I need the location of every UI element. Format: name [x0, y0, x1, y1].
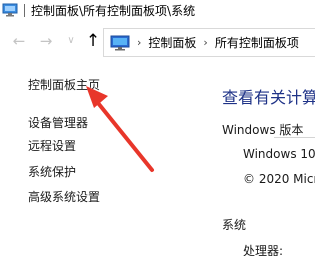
forward-arrow-icon[interactable]: →: [38, 32, 54, 50]
address-bar[interactable]: › 控制面板 › 所有控制面板项: [103, 28, 315, 57]
system-section-label: 系统: [222, 218, 247, 232]
nav-link-control-panel-home[interactable]: 控制面板主页: [28, 76, 100, 93]
breadcrumb-chevron-icon[interactable]: ›: [137, 36, 141, 49]
section-divider: [274, 137, 315, 138]
nav-link-system-protection[interactable]: 系统保护: [28, 163, 76, 180]
nav-link-advanced-system-settings[interactable]: 高级系统设置: [28, 188, 100, 205]
nav-link-device-manager[interactable]: 设备管理器: [28, 114, 88, 131]
title-bar: 控制面板\所有控制面板项\系统: [0, 0, 315, 20]
title-separator: [24, 3, 25, 17]
page-heading: 查看有关计算: [222, 88, 315, 107]
nav-link-remote-settings[interactable]: 远程设置: [28, 137, 76, 154]
recent-locations-chevron-icon[interactable]: ∨: [63, 32, 79, 50]
window-title: 控制面板\所有控制面板项\系统: [31, 3, 196, 18]
up-arrow-icon[interactable]: ↑: [85, 32, 101, 50]
windows-edition-label: Windows 版本: [222, 123, 304, 137]
navigation-bar: ← → ∨ ↑ › 控制面板 › 所有控制面板项: [0, 22, 315, 62]
windows-copyright: © 2020 Micr: [243, 172, 315, 186]
computer-icon: [110, 35, 130, 50]
breadcrumb-chevron-icon[interactable]: ›: [203, 36, 207, 49]
processor-label: 处理器:: [243, 244, 284, 256]
system-window: 控制面板\所有控制面板项\系统 ← → ∨ ↑ › 控制面板 › 所有控制面板项…: [0, 0, 315, 256]
breadcrumb-all-items[interactable]: 所有控制面板项: [215, 34, 299, 51]
windows-edition-name: Windows 10: [243, 147, 315, 161]
back-arrow-icon[interactable]: ←: [11, 32, 27, 50]
breadcrumb-control-panel[interactable]: 控制面板: [148, 34, 196, 51]
control-panel-icon: [2, 3, 18, 17]
